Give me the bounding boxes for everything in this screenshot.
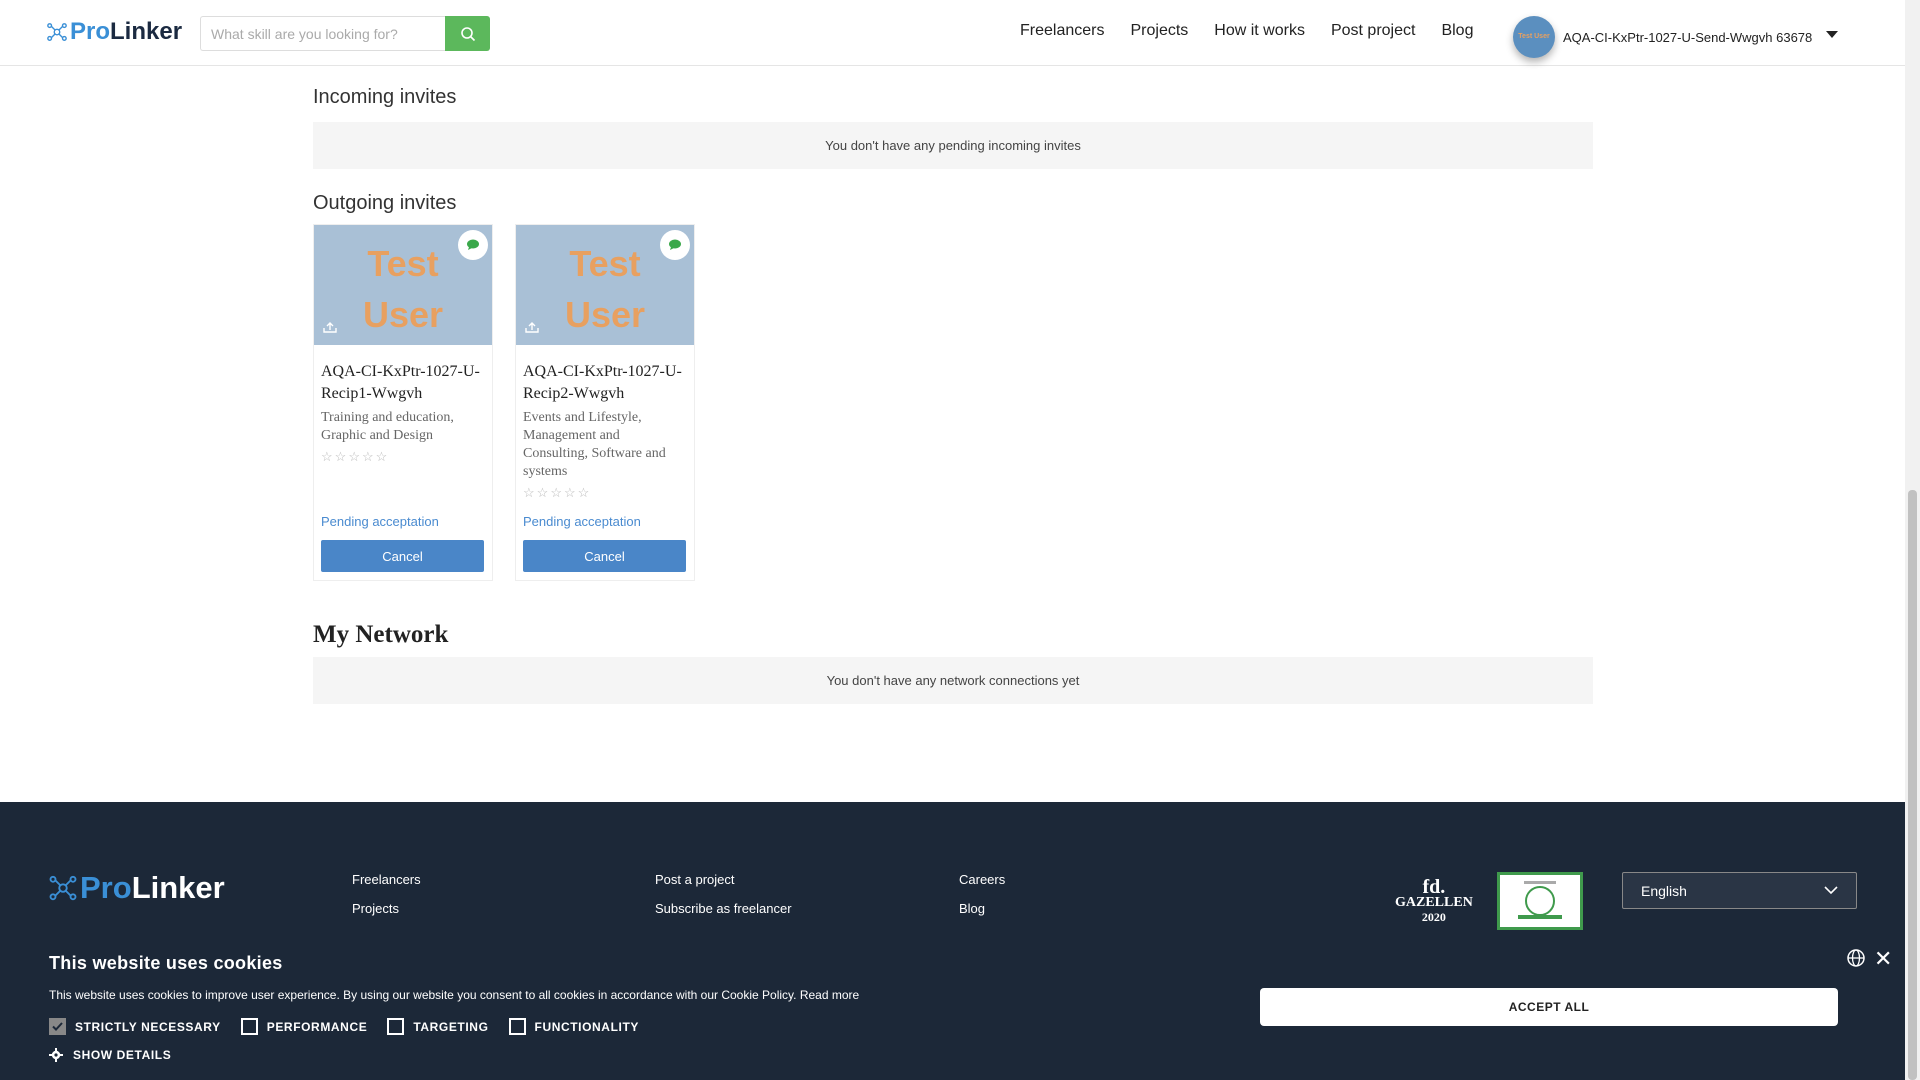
checkbox[interactable] [49,1018,66,1035]
cookie-title: This website uses cookies [49,953,283,973]
checkbox[interactable] [508,1018,526,1035]
profile-image[interactable]: Test User [314,225,492,345]
nav-blog[interactable]: Blog [1441,22,1473,40]
star-icon: ☆ [375,449,388,464]
search-bar [200,16,490,51]
logo[interactable]: ProLinker [46,18,182,46]
avatar[interactable]: Test User [1513,16,1555,58]
chat-bubble-icon [467,239,479,250]
recipient-name[interactable]: AQA-CI-KxPtr-1027-U-Recip2-Wwgvh [523,361,687,405]
chevron-down-icon [1824,886,1838,895]
checkbox[interactable] [240,1018,258,1035]
footer-link-projects[interactable]: Projects [352,901,421,916]
message-button[interactable] [660,230,690,260]
language-select[interactable]: English [1622,872,1857,909]
network-empty: You don't have any network connections y… [313,657,1593,704]
user-name[interactable]: AQA-CI-KxPtr-1027-U-Send-Wwgvh 63678 [1563,30,1812,45]
checkbox[interactable] [387,1018,405,1035]
invite-card: Test User AQA-CI-KxPtr-1027-U-Recip2-Wwg… [515,224,695,581]
cookie-banner: This website uses cookies This website u… [0,940,1905,1080]
image-text: User [362,294,444,335]
cookie-options: STRICTLY NECESSARY PERFORMANCE TARGETING… [49,1018,659,1035]
chevron-down-icon[interactable] [1826,30,1839,38]
search-icon [460,26,475,41]
language-value: English [1641,882,1687,899]
upload-icon[interactable] [524,320,540,339]
laurel-icon [1518,881,1562,919]
logo-text: ProLinker [80,870,225,905]
logo-icon [49,875,77,901]
star-icon: ☆ [577,485,590,500]
invite-status: Pending acceptation [523,514,641,529]
outgoing-invites-list: Test User AQA-CI-KxPtr-1027-U-Recip1-Wwg… [313,224,1593,581]
scrollbar[interactable] [1905,0,1920,1080]
logo-text: ProLinker [70,18,183,45]
star-icon: ☆ [361,449,374,464]
read-more-link[interactable]: Read more [800,988,859,1002]
star-icon: ☆ [550,485,562,500]
cookie-option-performance[interactable]: PERFORMANCE [240,1018,368,1035]
footer-link-subscribe[interactable]: Subscribe as freelancer [655,901,792,916]
nav-how-it-works[interactable]: How it works [1214,22,1305,40]
site-header: ProLinker Freelancers Projects How it wo… [0,0,1905,66]
recipient-name[interactable]: AQA-CI-KxPtr-1027-U-Recip1-Wwgvh [321,361,485,405]
star-icon: ☆ [523,485,535,500]
cookie-option-strictly-necessary[interactable]: STRICTLY NECESSARY [49,1018,221,1035]
main-content: Incoming invites You don't have any pend… [313,66,1593,704]
star-icon: ☆ [536,485,549,500]
star-icon: ☆ [348,449,360,464]
message-button[interactable] [458,230,488,260]
footer-column: Freelancers Projects [352,872,421,930]
nav-projects[interactable]: Projects [1130,22,1188,40]
cancel-invite-button[interactable]: Cancel [523,540,686,572]
award-badge [1497,872,1583,930]
recipient-categories: Events and Lifestyle, Management and Con… [523,410,666,479]
incoming-invites-title: Incoming invites [313,86,457,108]
fd-gazellen-badge: fd. GAZELLEN 2020 [1395,876,1473,924]
profile-image[interactable]: Test User [516,225,694,345]
upload-icon[interactable] [322,320,338,339]
outgoing-invites-title: Outgoing invites [313,192,457,214]
search-input[interactable] [200,16,445,51]
gear-icon [49,1048,63,1062]
footer-link-careers[interactable]: Careers [959,872,1005,887]
recipient-categories: Training and education, Graphic and Desi… [321,410,454,443]
check-icon [52,1022,63,1031]
footer-column: Careers Blog [959,872,1005,930]
cookie-option-functionality[interactable]: FUNCTIONALITY [508,1018,639,1035]
star-icon: ☆ [334,449,347,464]
cancel-invite-button[interactable]: Cancel [321,540,484,572]
star-icon: ☆ [321,449,333,464]
close-icon[interactable]: ✕ [1874,946,1892,972]
cookie-option-targeting[interactable]: TARGETING [387,1018,488,1035]
invite-card: Test User AQA-CI-KxPtr-1027-U-Recip1-Wwg… [313,224,493,581]
main-nav: Freelancers Projects How it works Post p… [1020,22,1499,40]
my-network-title: My Network [313,621,449,648]
logo-icon [47,23,67,41]
chat-bubble-icon [669,239,681,250]
user-menu[interactable]: Test User AQA-CI-KxPtr-1027-U-Send-Wwgvh… [1513,16,1839,58]
nav-freelancers[interactable]: Freelancers [1020,22,1104,40]
footer-column: Post a project Subscribe as freelancer [655,872,792,930]
footer-logo[interactable]: ProLinker [48,870,225,906]
scrollbar-thumb[interactable] [1908,490,1917,1080]
footer-link-post-project[interactable]: Post a project [655,872,792,887]
cookie-text: This website uses cookies to improve use… [49,988,860,1002]
globe-icon[interactable] [1846,948,1866,968]
star-icon: ☆ [563,485,576,500]
rating-stars: ☆ ☆ ☆ ☆ ☆ [321,449,485,465]
rating-stars: ☆ ☆ ☆ ☆ ☆ [523,485,687,501]
image-text: User [564,294,646,335]
footer-link-blog[interactable]: Blog [959,901,1005,916]
accept-all-button[interactable]: ACCEPT ALL [1260,988,1838,1026]
nav-post-project[interactable]: Post project [1331,22,1415,40]
incoming-invites-empty: You don't have any pending incoming invi… [313,122,1593,169]
footer-link-freelancers[interactable]: Freelancers [352,872,421,887]
invite-status: Pending acceptation [321,514,439,529]
search-button[interactable] [445,16,490,51]
show-details-toggle[interactable]: SHOW DETAILS [49,1048,171,1062]
